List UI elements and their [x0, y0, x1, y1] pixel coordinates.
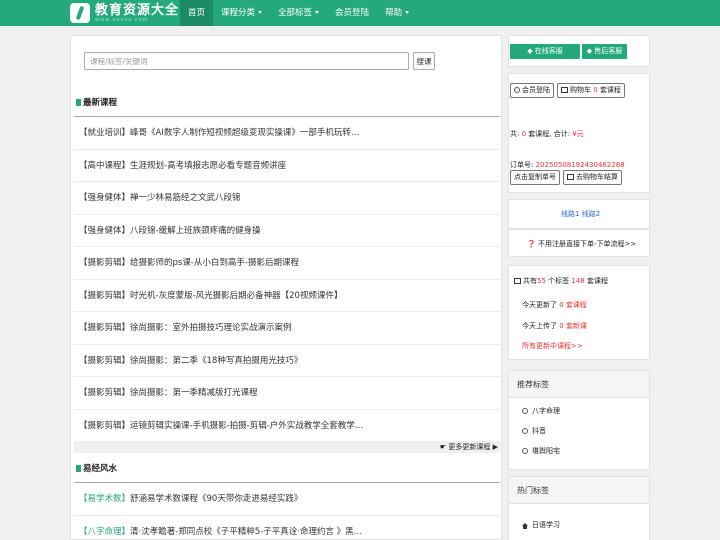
course-list-item[interactable]: 【八字命理】清·沈孝瞻著-郑同点校《子平精粹5-子平真诠·命理约言 》黑… [74, 516, 500, 539]
cart-icon [567, 174, 574, 180]
caret-down-icon [315, 11, 320, 14]
more-courses-link[interactable]: ☛ 更多更新课程 ▶ [74, 441, 500, 453]
order-number: 订单号: 20250508192430462268 [510, 161, 625, 169]
cart-button[interactable]: 购物车 0 套课程 [557, 83, 625, 98]
logo-icon [70, 3, 90, 23]
today-updated: 今天更新了 0 套课程 [522, 301, 587, 309]
course-list-item[interactable]: 【高中课程】生涯规划-高考填报志愿必看专题音频讲座 [74, 150, 500, 182]
course-list-item[interactable]: 【摄影剪辑】徐尚摄影：室外拍摄技巧理论实战演示案例 [74, 312, 500, 345]
section-title-latest: 最新课程 [76, 96, 117, 108]
customer-service-panel: ◆ 在线客服 ◆ 售后客服 [508, 35, 650, 67]
logo-subtitle: www.xxxxx.com [95, 16, 149, 23]
cart-panel: 会员登陆 购物车 0 套课程 共: 0 套课程, 合计: ¥元 订单号: 202… [508, 73, 650, 193]
course-list-item[interactable]: 【摄影剪辑】给摄影师的ps课-从小白到高手-摄影后期课程 [74, 247, 500, 280]
course-list-item[interactable]: 【摄影剪辑】徐尚摄影：第一季精减版打光课程 [74, 377, 500, 410]
order-process-panel: ❓ 不用注册直接下单-下单流程>> [508, 229, 650, 257]
online-service-button[interactable]: ◆ 在线客服 [510, 44, 580, 59]
section-title-fengshui: 易经风水 [76, 462, 117, 474]
member-login-button[interactable]: 会员登陆 [510, 83, 554, 98]
course-list-item[interactable]: 【强身健体】禅一少林易筋经之文武八段锦 [74, 182, 500, 215]
stats-panel: 共有55 个标签 148 套课程 今天更新了 0 套课程 今天上传了 0 套新课… [508, 265, 650, 360]
search-bar: 搜课 [84, 52, 435, 70]
caret-down-icon [258, 11, 263, 14]
line-select-panel: 线路1 线路2 [508, 199, 650, 229]
logo-title: 教育资源大全 [95, 2, 180, 18]
course-list-item[interactable]: 【强身健体】八段锦-缓解上班族颈疼痛的健身操 [74, 215, 500, 247]
hot-tags-title: 热门标签 [509, 477, 649, 504]
tag-link[interactable]: 堪舆阳宅 [522, 446, 560, 456]
main-content: 搜课 最新课程 【就业培训】峰哥《AI数字人制作短视频超级变现实操课》一部手机玩… [70, 35, 502, 540]
section-marker-icon [76, 465, 81, 472]
cart-summary: 共: 0 套课程, 合计: ¥元 [510, 130, 584, 138]
home-icon [522, 523, 528, 529]
nav-item-home[interactable]: 首页 [180, 0, 214, 26]
user-icon [522, 448, 528, 454]
user-icon [514, 87, 520, 93]
recommended-tags-panel: 推荐标签 八字命理 抖音 堪舆阳宅 [508, 370, 650, 470]
tag-link[interactable]: 抖音 [522, 426, 546, 436]
line1-link[interactable]: 线路1 [561, 210, 579, 218]
copy-order-button[interactable]: 点击复制单号 [510, 170, 560, 185]
course-list-item[interactable]: 【摄影剪辑】运镜剪辑实操课-手机摄影-拍摄-剪辑-户外实战教学全套教学… [74, 410, 500, 443]
play-arrow-icon: ▶ [490, 443, 498, 451]
tag-link[interactable]: 八字命理 [522, 406, 560, 416]
diamond-icon: ◆ [527, 47, 535, 55]
folder-icon [514, 278, 521, 284]
order-process-link[interactable]: ❓ 不用注册直接下单-下单流程>> [527, 239, 636, 249]
cart-icon [561, 87, 568, 93]
after-sales-button[interactable]: ◆ 售后客服 [582, 44, 627, 59]
nav-item-member-login[interactable]: 会员登陆 [327, 0, 377, 26]
main-nav: 首页 课程分类 全部标签 会员登陆 帮助 [180, 0, 417, 26]
nav-item-categories[interactable]: 课程分类 [213, 0, 270, 26]
caret-down-icon [405, 11, 410, 14]
hot-tags-panel: 热门标签 日语学习 [508, 476, 650, 540]
line-links: 线路1 线路2 [561, 209, 600, 219]
user-icon [522, 428, 528, 434]
question-circle-icon: ❓ [527, 240, 538, 248]
course-list-item[interactable]: 【摄影剪辑】时光机-灰度蒙版-风光摄影后期必备神器【20视频课件】 [74, 280, 500, 312]
search-button[interactable]: 搜课 [413, 52, 435, 70]
user-icon [522, 408, 528, 414]
site-logo[interactable]: 教育资源大全 www.xxxxx.com [70, 2, 179, 24]
tag-link[interactable]: 日语学习 [522, 520, 560, 530]
today-uploaded: 今天上传了 0 套新课 [522, 322, 587, 330]
course-list-item[interactable]: 【就业培训】峰哥《AI数字人制作短视频超级变现实操课》一部手机玩转… [74, 117, 500, 150]
fengshui-course-list: 【易学术数】舒涵易学术数课程《90天带你走进易经实践》 【八字命理】清·沈孝瞻著… [74, 483, 500, 539]
course-list-item[interactable]: 【易学术数】舒涵易学术数课程《90天带你走进易经实践》 [74, 483, 500, 516]
all-updates-link[interactable]: 所有更新中课程>> [522, 341, 583, 351]
recommended-tags-title: 推荐标签 [509, 371, 649, 398]
section-marker-icon [76, 99, 81, 106]
nav-item-all-tags[interactable]: 全部标签 [270, 0, 327, 26]
search-input[interactable] [84, 52, 409, 70]
nav-item-help[interactable]: 帮助 [377, 0, 417, 26]
latest-course-list: 【就业培训】峰哥《AI数字人制作短视频超级变现实操课》一部手机玩转… 【高中课程… [74, 117, 500, 442]
line2-link[interactable]: 线路2 [582, 210, 600, 218]
tag-course-stats: 共有55 个标签 148 套课程 [514, 276, 608, 286]
top-navbar: 教育资源大全 www.xxxxx.com 首页 课程分类 全部标签 会员登陆 帮… [0, 0, 720, 26]
checkout-button[interactable]: 去购物车结算 [563, 170, 622, 185]
course-list-item[interactable]: 【摄影剪辑】徐尚摄影：第二季《18种写真拍摄用光技巧》 [74, 345, 500, 377]
